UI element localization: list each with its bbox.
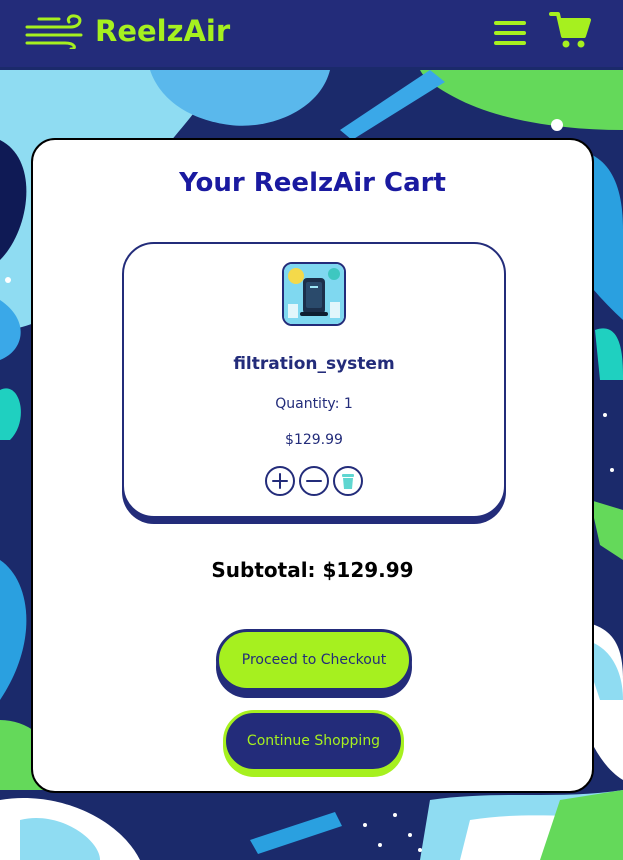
item-quantity: Quantity: 1 xyxy=(275,396,353,412)
page-title: Your ReelzAir Cart xyxy=(179,168,446,198)
item-actions xyxy=(124,466,504,496)
hamburger-menu-icon xyxy=(494,21,526,45)
brand-name: ReelzAir xyxy=(95,14,231,48)
shopping-cart-icon xyxy=(549,12,591,48)
proceed-to-checkout-button[interactable]: Proceed to Checkout xyxy=(216,629,412,691)
trash-icon xyxy=(342,474,354,489)
remove-item-button[interactable] xyxy=(333,466,363,496)
site-header: ReelzAir xyxy=(0,0,623,67)
wind-icon xyxy=(25,14,83,49)
air-purifier-image xyxy=(284,264,344,324)
cart-panel: Your ReelzAir Cart filtration_system Qua… xyxy=(31,138,594,793)
plus-icon xyxy=(272,473,288,489)
increase-quantity-button[interactable] xyxy=(265,466,295,496)
menu-button[interactable] xyxy=(492,18,528,48)
continue-shopping-button[interactable]: Continue Shopping xyxy=(223,710,404,772)
cart-item: filtration_system Quantity: 1 $129.99 xyxy=(122,242,506,518)
cart-subtotal: Subtotal: $129.99 xyxy=(211,558,414,582)
item-thumbnail xyxy=(282,262,346,326)
cart-button[interactable] xyxy=(549,10,591,50)
item-price: $129.99 xyxy=(285,432,343,448)
item-name: filtration_system xyxy=(233,354,395,374)
decrease-quantity-button[interactable] xyxy=(299,466,329,496)
brand-logo[interactable]: ReelzAir xyxy=(25,11,230,51)
minus-icon xyxy=(306,480,322,482)
